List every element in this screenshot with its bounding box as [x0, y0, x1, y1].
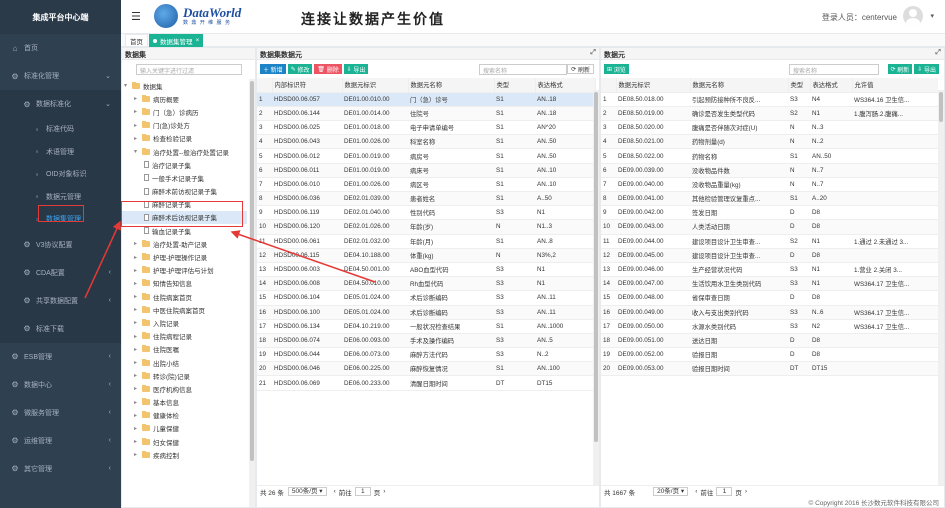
- annotation-arrow: [230, 230, 376, 283]
- annotation-arrow: [84, 220, 121, 299]
- annotation-arrows: [84, 220, 376, 299]
